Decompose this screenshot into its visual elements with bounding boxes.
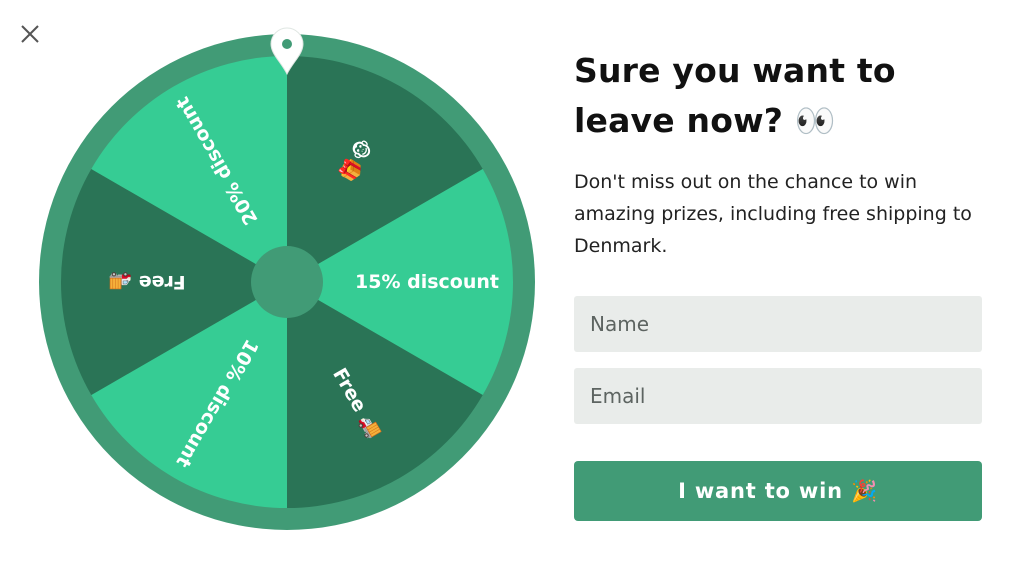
email-input[interactable] <box>574 368 982 424</box>
offer-description: Don't miss out on the chance to win amaz… <box>574 171 972 257</box>
headline-line-2: leave now? 👀 <box>574 101 837 140</box>
wheel-hub <box>251 246 323 318</box>
wheel-segment-label: 15% discount <box>355 271 499 293</box>
wheel-segment-label: Free 🚚 <box>108 271 185 293</box>
prize-wheel-graphic: 🎁🐵15% discountFree 🚚10% discountFree 🚚20… <box>39 27 535 530</box>
headline-line-1: Sure you want to <box>574 51 896 90</box>
prize-wheel[interactable]: 🎁🐵 15% discount Free 🚚 10% discount Free 🚚 20… <box>39 27 535 530</box>
headline: Sure you want to leave now? 👀 <box>574 46 984 146</box>
name-input[interactable] <box>574 296 982 352</box>
win-button[interactable]: I want to win 🎉 <box>574 461 982 521</box>
offer-panel: Sure you want to leave now? 👀 Don't miss… <box>574 46 984 262</box>
